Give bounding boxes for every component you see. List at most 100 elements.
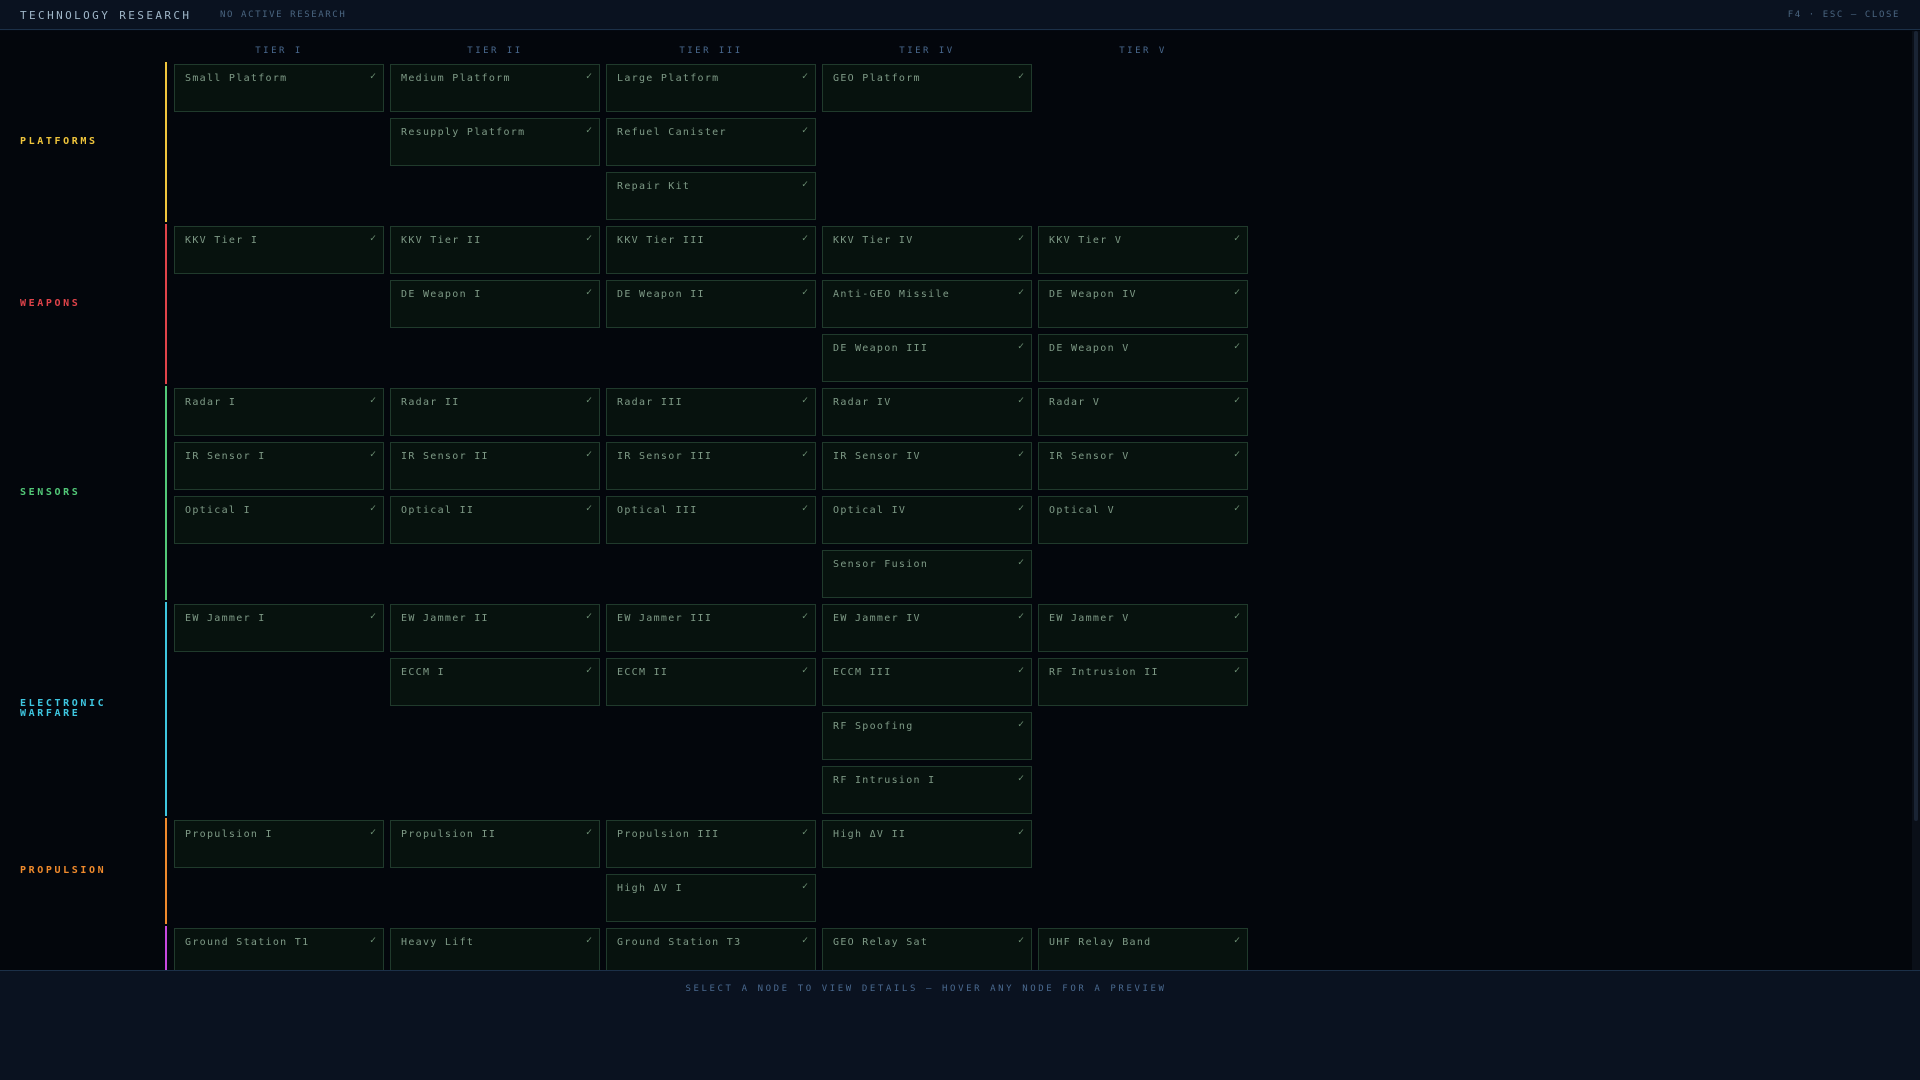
check-icon: ✓	[1233, 341, 1240, 352]
tech-node-name: Radar IV	[833, 397, 892, 408]
tech-node[interactable]: DE Weapon IV ✓	[1038, 280, 1248, 328]
tech-node-name: DE Weapon I	[401, 289, 482, 300]
tech-node[interactable]: Optical V ✓	[1038, 496, 1248, 544]
tech-node[interactable]: UHF Relay Band ✓	[1038, 928, 1248, 970]
tech-node[interactable]: RF Intrusion I ✓	[822, 766, 1032, 814]
check-icon: ✓	[1233, 611, 1240, 622]
tech-node-name: Repair Kit	[617, 181, 691, 192]
tech-node[interactable]: RF Intrusion II ✓	[1038, 658, 1248, 706]
tech-node[interactable]: Medium Platform ✓	[390, 64, 600, 112]
tech-node[interactable]: EW Jammer I ✓	[174, 604, 384, 652]
tech-node[interactable]: Propulsion II ✓	[390, 820, 600, 868]
check-icon: ✓	[801, 125, 808, 136]
tech-node[interactable]: EW Jammer V ✓	[1038, 604, 1248, 652]
check-icon: ✓	[801, 827, 808, 838]
tech-node[interactable]: Radar III ✓	[606, 388, 816, 436]
tech-node-name: KKV Tier III	[617, 235, 705, 246]
tech-node-name: EW Jammer IV	[833, 613, 921, 624]
tech-node[interactable]: ECCM III ✓	[822, 658, 1032, 706]
tech-node[interactable]: ECCM II ✓	[606, 658, 816, 706]
tech-node[interactable]: GEO Relay Sat ✓	[822, 928, 1032, 970]
tech-node-name: Refuel Canister	[617, 127, 727, 138]
check-icon: ✓	[1017, 71, 1024, 82]
tech-node[interactable]: Propulsion I ✓	[174, 820, 384, 868]
scrollbar-thumb[interactable]	[1914, 31, 1918, 821]
tech-node[interactable]: EW Jammer III ✓	[606, 604, 816, 652]
tech-node[interactable]: Repair Kit ✓	[606, 172, 816, 220]
tech-node[interactable]: DE Weapon V ✓	[1038, 334, 1248, 382]
tech-node[interactable]: Anti-GEO Missile ✓	[822, 280, 1032, 328]
tech-node-name: ECCM I	[401, 667, 445, 678]
check-icon: ✓	[801, 611, 808, 622]
tech-node-name: KKV Tier V	[1049, 235, 1123, 246]
tech-node[interactable]: KKV Tier I ✓	[174, 226, 384, 274]
tech-node[interactable]: Radar V ✓	[1038, 388, 1248, 436]
tech-tree: TIER I TIER II TIER III TIER IV TIER V P…	[0, 31, 1920, 970]
tech-node[interactable]: Radar IV ✓	[822, 388, 1032, 436]
tech-node[interactable]: Resupply Platform ✓	[390, 118, 600, 166]
tech-node-name: Radar V	[1049, 397, 1101, 408]
tech-node-name: UHF Relay Band	[1049, 937, 1152, 948]
tech-node[interactable]: IR Sensor III ✓	[606, 442, 816, 490]
tech-node[interactable]: Radar II ✓	[390, 388, 600, 436]
tech-node[interactable]: KKV Tier V ✓	[1038, 226, 1248, 274]
tech-node[interactable]: IR Sensor I ✓	[174, 442, 384, 490]
tech-node[interactable]: DE Weapon III ✓	[822, 334, 1032, 382]
check-icon: ✓	[1017, 719, 1024, 730]
sensors-category-bar	[165, 386, 167, 600]
tech-node[interactable]: High ΔV II ✓	[822, 820, 1032, 868]
tech-node-name: Heavy Lift	[401, 937, 475, 948]
tech-node[interactable]: IR Sensor IV ✓	[822, 442, 1032, 490]
tech-node[interactable]: Small Platform ✓	[174, 64, 384, 112]
tech-node[interactable]: ECCM I ✓	[390, 658, 600, 706]
tech-node-name: Ground Station T3	[617, 937, 742, 948]
check-icon: ✓	[1233, 233, 1240, 244]
tech-node[interactable]: EW Jammer II ✓	[390, 604, 600, 652]
tech-node[interactable]: Optical IV ✓	[822, 496, 1032, 544]
tech-node[interactable]: KKV Tier IV ✓	[822, 226, 1032, 274]
check-icon: ✓	[1017, 827, 1024, 838]
tech-node[interactable]: DE Weapon I ✓	[390, 280, 600, 328]
tech-node[interactable]: Refuel Canister ✓	[606, 118, 816, 166]
tech-node[interactable]: GEO Platform ✓	[822, 64, 1032, 112]
tech-node[interactable]: IR Sensor II ✓	[390, 442, 600, 490]
tech-node-name: High ΔV II	[833, 829, 907, 840]
tech-node[interactable]: KKV Tier II ✓	[390, 226, 600, 274]
tier-header-1: TIER I	[255, 46, 303, 56]
tech-node[interactable]: Optical II ✓	[390, 496, 600, 544]
tech-node[interactable]: Sensor Fusion ✓	[822, 550, 1032, 598]
check-icon: ✓	[1233, 935, 1240, 946]
tech-node-name: Propulsion I	[185, 829, 273, 840]
tech-node-name: IR Sensor V	[1049, 451, 1130, 462]
weapons-category-label: WEAPONS	[20, 298, 81, 309]
tech-node[interactable]: EW Jammer IV ✓	[822, 604, 1032, 652]
tech-node[interactable]: RF Spoofing ✓	[822, 712, 1032, 760]
tech-node[interactable]: Ground Station T1 ✓	[174, 928, 384, 970]
tech-node[interactable]: Optical III ✓	[606, 496, 816, 544]
tech-node[interactable]: Propulsion III ✓	[606, 820, 816, 868]
check-icon: ✓	[369, 611, 376, 622]
tech-node-name: EW Jammer II	[401, 613, 489, 624]
tech-node[interactable]: High ΔV I ✓	[606, 874, 816, 922]
check-icon: ✓	[585, 935, 592, 946]
tech-node[interactable]: Radar I ✓	[174, 388, 384, 436]
check-icon: ✓	[801, 881, 808, 892]
check-icon: ✓	[801, 179, 808, 190]
check-icon: ✓	[585, 449, 592, 460]
tech-node-name: DE Weapon II	[617, 289, 705, 300]
tech-node-name: GEO Relay Sat	[833, 937, 929, 948]
close-hint[interactable]: F4 · ESC — CLOSE	[1788, 10, 1900, 20]
tech-node[interactable]: Large Platform ✓	[606, 64, 816, 112]
tech-node[interactable]: DE Weapon II ✓	[606, 280, 816, 328]
check-icon: ✓	[1017, 557, 1024, 568]
tech-node[interactable]: KKV Tier III ✓	[606, 226, 816, 274]
tech-node[interactable]: Ground Station T3 ✓	[606, 928, 816, 970]
tech-node[interactable]: Heavy Lift ✓	[390, 928, 600, 970]
tech-node[interactable]: IR Sensor V ✓	[1038, 442, 1248, 490]
tech-node-name: Optical I	[185, 505, 251, 516]
check-icon: ✓	[369, 935, 376, 946]
tech-node[interactable]: Optical I ✓	[174, 496, 384, 544]
scrollbar[interactable]	[1912, 31, 1920, 970]
tech-node-name: EW Jammer V	[1049, 613, 1130, 624]
electronic-warfare-category-bar	[165, 602, 167, 816]
